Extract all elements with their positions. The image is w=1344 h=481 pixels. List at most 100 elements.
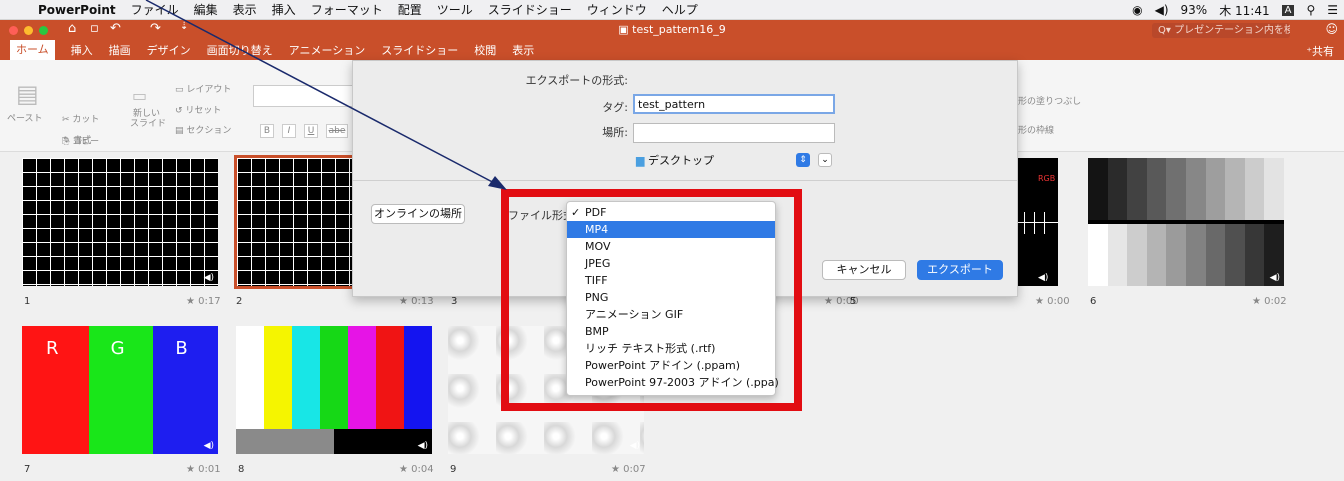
where-stepper-icon[interactable]: ⇕	[796, 153, 810, 167]
gray-step	[1225, 158, 1245, 220]
slide-thumbnail-4[interactable]: RGB ◀)	[1018, 158, 1058, 286]
color-bar	[348, 326, 376, 429]
menu-window[interactable]: ウィンドウ	[587, 1, 647, 18]
format-option-png[interactable]: PNG	[567, 289, 775, 306]
tab-home[interactable]: ホーム	[10, 40, 55, 60]
strikethrough-button[interactable]: abe	[326, 124, 348, 138]
crosshatch-pattern	[22, 158, 218, 286]
volume-icon[interactable]: ◀)	[1155, 3, 1169, 17]
search-icon: Q▾	[1158, 25, 1175, 36]
font-name-input[interactable]	[253, 85, 353, 107]
tab-view[interactable]: 表示	[512, 42, 534, 58]
export-button[interactable]: エクスポート	[917, 260, 1003, 280]
format-painter-label: 書式	[73, 136, 92, 146]
menu-slideshow[interactable]: スライドショー	[488, 1, 572, 18]
speaker-icon: ◀)	[1269, 273, 1280, 283]
gray-step	[1088, 224, 1108, 286]
menu-tools[interactable]: ツール	[437, 1, 473, 18]
rgb-green-bar: G	[88, 326, 154, 454]
paste-icon[interactable]: ▤	[16, 80, 39, 108]
italic-button[interactable]: I	[282, 124, 296, 138]
grayscale-ramp-bottom	[1088, 224, 1284, 286]
battery-percent[interactable]: 93%	[1181, 3, 1208, 17]
speaker-icon: ◀)	[1038, 273, 1049, 283]
menu-edit[interactable]: 編集	[194, 1, 218, 18]
clock[interactable]: 木 11:41	[1219, 2, 1269, 19]
gray-step	[1166, 158, 1186, 220]
powerpoint-titlebar: ⌂ ▫ ↶ ↷ ⇣ ▣ test_pattern16_9 Q▾ プレゼンテーショ…	[0, 20, 1344, 60]
tab-review[interactable]: 校閲	[474, 42, 496, 58]
format-painter-button[interactable]: ✎ 書式	[63, 133, 91, 146]
slide-thumbnail-8[interactable]: ◀)	[236, 326, 432, 454]
shape-fill-button[interactable]: 形の塗りつぶし	[1018, 94, 1081, 107]
wifi-icon[interactable]: ◉	[1132, 3, 1142, 17]
menu-file[interactable]: ファイル	[131, 1, 179, 18]
tab-transitions[interactable]: 画面切り替え	[207, 42, 273, 58]
tags-input[interactable]	[633, 123, 835, 143]
tab-draw[interactable]: 描画	[109, 42, 131, 58]
slide-number: 8	[238, 464, 245, 475]
format-option-ppam[interactable]: PowerPoint アドイン (.ppam)	[567, 357, 775, 374]
speaker-icon: ◀)	[417, 441, 428, 451]
menu-help[interactable]: ヘルプ	[662, 1, 698, 18]
menu-view[interactable]: 表示	[233, 1, 257, 18]
format-option-gif[interactable]: アニメーション GIF	[567, 306, 775, 323]
ribbon-tabs: ホーム 挿入 描画 デザイン 画面切り替え アニメーション スライドショー 校閲…	[0, 40, 1344, 60]
spotlight-icon[interactable]: ⚲	[1306, 3, 1315, 17]
online-locations-button[interactable]: オンラインの場所	[371, 204, 465, 224]
expand-chevron-icon[interactable]: ⌄	[818, 153, 832, 167]
slide-number: 2	[236, 296, 243, 307]
new-slide-icon[interactable]: ▭	[132, 86, 147, 105]
smiley-feedback-icon[interactable]: ☺	[1325, 22, 1338, 36]
format-option-tiff[interactable]: TIFF	[567, 272, 775, 289]
format-option-jpeg[interactable]: JPEG	[567, 255, 775, 272]
cut-button[interactable]: ✂ カット	[62, 112, 99, 125]
new-slide-label-2[interactable]: スライド	[130, 116, 166, 129]
format-option-rtf[interactable]: リッチ テキスト形式 (.rtf)	[567, 340, 775, 357]
reset-button[interactable]: ↺ リセット	[175, 103, 221, 116]
menubar-status: ◉ ◀) 93% 木 11:41 A ⚲ ☰	[1132, 0, 1338, 20]
search-box[interactable]: Q▾ プレゼンテーション内を検索	[1152, 23, 1290, 38]
export-as-input[interactable]	[633, 94, 835, 114]
slide-thumbnail-6[interactable]: ◀)	[1088, 158, 1284, 286]
notification-icon[interactable]: ☰	[1327, 3, 1338, 17]
layout-icon: ▭	[175, 85, 187, 95]
underline-button[interactable]: U	[304, 124, 318, 138]
tab-animations[interactable]: アニメーション	[289, 42, 366, 58]
slide-thumbnail-7[interactable]: R G B ◀)	[22, 326, 219, 454]
gray-step	[1185, 158, 1206, 220]
format-option-pdf[interactable]: ✓ PDF	[567, 204, 775, 221]
reset-icon: ↺	[175, 106, 186, 116]
menu-arrange[interactable]: 配置	[398, 1, 422, 18]
share-button[interactable]: ⁺共有	[1306, 43, 1334, 59]
menu-insert[interactable]: 挿入	[272, 1, 296, 18]
gray-block	[236, 429, 334, 454]
format-option-mp4[interactable]: MP4	[567, 221, 775, 238]
gray-step	[1127, 158, 1147, 220]
where-popup[interactable]: ▆ デスクトップ	[633, 152, 813, 172]
paste-label[interactable]: ペースト	[7, 111, 43, 124]
shape-outline-button[interactable]: 形の枠線	[1018, 123, 1054, 136]
input-source-icon[interactable]: A	[1281, 4, 1295, 16]
format-option-bmp[interactable]: BMP	[567, 323, 775, 340]
menu-format[interactable]: フォーマット	[311, 1, 383, 18]
tab-insert[interactable]: 挿入	[71, 42, 93, 58]
menu-app-name[interactable]: PowerPoint	[38, 3, 116, 17]
gray-step	[1146, 158, 1167, 220]
section-button[interactable]: ▤ セクション	[175, 123, 231, 136]
layout-button[interactable]: ▭ レイアウト	[175, 82, 231, 95]
share-label: 共有	[1312, 45, 1334, 58]
slide-thumbnail-1[interactable]: ◀)	[22, 158, 218, 286]
cancel-button[interactable]: キャンセル	[822, 260, 906, 280]
format-option-mov[interactable]: MOV	[567, 238, 775, 255]
gray-step	[1127, 224, 1147, 286]
slide-number: 5	[850, 296, 857, 307]
format-option-ppa[interactable]: PowerPoint 97-2003 アドイン (.ppa)	[567, 374, 779, 391]
bold-button[interactable]: B	[260, 124, 274, 138]
tab-slideshow[interactable]: スライドショー	[381, 42, 458, 58]
reset-label: リセット	[185, 106, 222, 116]
tab-design[interactable]: デザイン	[147, 42, 191, 58]
where-value: デスクトップ	[647, 154, 714, 167]
color-bar	[236, 326, 264, 429]
grayscale-ramp-top	[1088, 158, 1284, 220]
